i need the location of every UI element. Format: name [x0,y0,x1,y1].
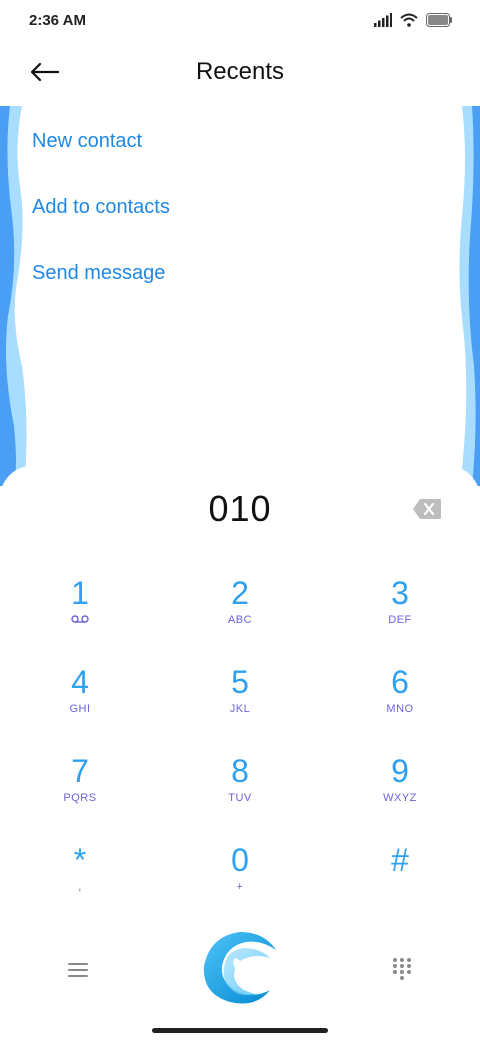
status-time: 2:36 AM [29,12,86,29]
key-digit: 0 [231,842,249,878]
phone-call-icon [203,932,276,1004]
signal-icon [374,13,392,27]
key-digit: 6 [391,664,409,700]
key-3[interactable]: 3 DEF [340,574,460,654]
key-digit: 4 [71,664,89,700]
call-button[interactable] [200,928,280,1008]
send-message-link[interactable]: Send message [32,256,170,322]
status-icons [374,13,452,27]
key-2[interactable]: 2 ABC [180,574,300,654]
key-letters: GHI [69,703,91,715]
key-digit: # [391,842,409,878]
page-title: Recents [195,58,285,85]
app-header: Recents [0,44,480,104]
backspace-button[interactable] [412,498,442,520]
key-8[interactable]: 8 TUV [180,752,300,832]
key-digit: 7 [71,753,89,789]
key-star[interactable]: * , [20,841,140,921]
key-letters: + [236,881,244,893]
key-digit: 1 [71,575,89,611]
dialpad-icon [393,958,411,980]
key-letters: ABC [227,614,253,626]
key-letters: DEF [388,614,412,626]
action-list: New contact Add to contacts Send message [32,124,170,322]
keypad-toggle-button[interactable] [390,956,414,980]
key-digit: 3 [391,575,409,611]
dialer-panel: 010 1 2 ABC 3 DEF 4 GHI 5 JKL 6 MNO 7 PQ… [0,466,480,1040]
voicemail-icon [20,614,140,626]
key-4[interactable]: 4 GHI [20,663,140,743]
key-digit: 2 [231,575,249,611]
key-0[interactable]: 0 + [180,841,300,921]
key-7[interactable]: 7 PQRS [20,752,140,832]
key-letters: JKL [229,703,251,715]
key-letters: PQRS [63,792,97,804]
wifi-icon [400,13,418,27]
recents-content: New contact Add to contacts Send message [0,106,480,486]
add-to-contacts-link[interactable]: Add to contacts [32,190,170,256]
key-6[interactable]: 6 MNO [340,663,460,743]
key-letters: TUV [228,792,252,804]
menu-icon [68,963,88,977]
key-1[interactable]: 1 [20,574,140,654]
dialed-number: 010 [208,488,272,529]
key-9[interactable]: 9 WXYZ [340,752,460,832]
status-bar: 2:36 AM [0,0,480,44]
dialer-bottom-bar [0,924,480,1014]
key-letters: WXYZ [383,792,417,804]
key-digit: 8 [231,753,249,789]
backspace-icon [413,499,441,519]
key-digit: 9 [391,753,409,789]
battery-icon [426,13,452,27]
key-5[interactable]: 5 JKL [180,663,300,743]
new-contact-link[interactable]: New contact [32,124,170,190]
key-letters: MNO [386,703,414,715]
menu-button[interactable] [66,958,90,982]
left-wave-decoration [0,106,27,486]
home-indicator[interactable] [152,1028,328,1033]
key-letters: , [78,881,82,893]
right-wave-decoration [459,106,480,486]
key-hash[interactable]: # [340,841,460,921]
key-digit: 5 [231,664,249,700]
key-digit: * [73,842,87,878]
